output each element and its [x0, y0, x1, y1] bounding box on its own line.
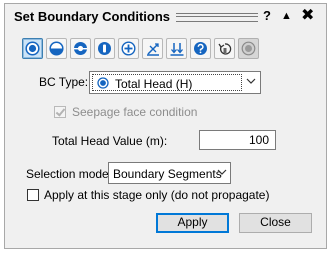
seepage-face-checkbox[interactable]	[54, 106, 66, 118]
selection-mode-value: Boundary Segments	[113, 167, 222, 181]
apply-stage-checkbox-row[interactable]: Apply at this stage only (do not propaga…	[27, 188, 269, 202]
nodal-flow-icon	[121, 41, 136, 56]
infiltration-tool-button[interactable]	[142, 38, 163, 59]
drainage-icon	[170, 42, 183, 56]
pressure-head-icon	[49, 41, 64, 56]
title-bar[interactable]: Set Boundary Conditions ? ▲ ✖	[5, 4, 326, 28]
chevron-down-icon	[246, 78, 256, 84]
reset-boundary-icon	[217, 42, 231, 55]
apply-stage-label: Apply at this stage only (do not propaga…	[44, 188, 270, 202]
bc-type-value: Total Head (H)	[115, 77, 193, 91]
help-button[interactable]: ?	[263, 8, 271, 24]
total-head-tool-button[interactable]	[22, 38, 43, 59]
bc-type-dropdown[interactable]: Total Head (H)	[89, 71, 261, 94]
selection-mode-dropdown[interactable]: Boundary Segments	[108, 162, 231, 184]
bc-type-label: BC Type:	[39, 75, 89, 89]
seepage-face-checkbox-row[interactable]: Seepage face condition	[54, 105, 197, 119]
nodal-flow-tool-button[interactable]	[118, 38, 139, 59]
drag-grip[interactable]	[176, 13, 258, 22]
close-button[interactable]: Close	[239, 213, 312, 233]
disabled-tool-button[interactable]	[238, 38, 259, 59]
seepage-face-tool-button[interactable]	[70, 38, 91, 59]
custom-boundary-icon	[194, 42, 207, 55]
reset-boundary-tool-button[interactable]	[214, 38, 235, 59]
disabled-tool-icon	[241, 41, 256, 56]
apply-stage-checkbox[interactable]	[27, 189, 39, 201]
close-window-button[interactable]: ✖	[301, 8, 314, 24]
drainage-tool-button[interactable]	[166, 38, 187, 59]
chevron-down-icon	[217, 169, 227, 175]
total-head-icon	[97, 77, 109, 89]
infiltration-icon	[146, 42, 159, 56]
total-head-icon	[25, 41, 40, 56]
boundary-type-toolbar	[22, 38, 259, 64]
unknown-boundary-icon	[98, 42, 111, 55]
unknown-boundary-tool-button[interactable]	[94, 38, 115, 59]
custom-boundary-tool-button[interactable]	[190, 38, 211, 59]
pressure-head-tool-button[interactable]	[46, 38, 67, 59]
seepage-face-label: Seepage face condition	[72, 105, 198, 119]
total-head-value-label: Total Head Value (m):	[52, 134, 168, 148]
selection-mode-label: Selection mode:	[26, 167, 113, 181]
dialog-title: Set Boundary Conditions	[14, 9, 170, 24]
collapse-button[interactable]: ▲	[281, 8, 292, 24]
apply-button[interactable]: Apply	[156, 213, 229, 233]
set-boundary-conditions-dialog: Set Boundary Conditions ? ▲ ✖ BC Type: T…	[4, 3, 327, 249]
seepage-face-icon	[74, 42, 87, 55]
bc-type-selected-item: Total Head (H)	[92, 74, 242, 91]
total-head-value-input[interactable]: 100	[199, 130, 276, 150]
